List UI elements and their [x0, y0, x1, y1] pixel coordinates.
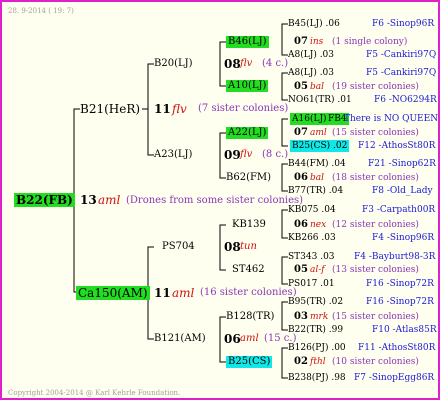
gen3-note: (19 sister colonies)	[332, 82, 419, 92]
gen2-ps704-name[interactable]: PS704	[162, 241, 195, 253]
gen4-breeding-line: F4 -Bayburt98-3R	[354, 252, 436, 262]
gen4-breeding-line: F7 -SinopEgg86R	[354, 373, 435, 383]
sire-race: flv	[172, 102, 187, 116]
gen2-b20-year: 08	[224, 57, 241, 71]
gen3-note: (18 sister colonies)	[332, 173, 419, 183]
gen2-ps704-year: 08	[224, 240, 241, 254]
gen4-breeding-line: F11 -AthosSt80R	[358, 343, 436, 353]
gen4-queen[interactable]: KB266 .03	[288, 232, 336, 244]
gen3-race: bal	[310, 82, 325, 92]
gen4-breeding-line: F6 -NO6294R	[374, 95, 437, 105]
gen3-year: 05	[294, 264, 308, 275]
sire-note: (7 sister colonies)	[198, 103, 289, 114]
gen3-year: 07	[294, 127, 308, 138]
gen4-queen[interactable]: PS017 .01	[288, 278, 335, 290]
gen3-queen[interactable]: KB139	[232, 219, 266, 231]
gen4-breeding-line: F5 -Cankiri97Q	[366, 50, 437, 60]
gen2-b121-race: aml	[240, 333, 259, 344]
gen4-breeding-line: F8 -Old_Lady	[372, 186, 433, 196]
gen4-breeding-line: F6 -Sinop96R	[372, 19, 435, 29]
gen3-queen[interactable]: ST462	[232, 264, 265, 276]
gen3-note: (10 sister colonies)	[332, 357, 419, 367]
gen3-queen[interactable]: A10(LJ)	[226, 80, 269, 92]
gen3-year: 03	[294, 311, 308, 322]
gen3-queen[interactable]: B62(FM)	[226, 172, 271, 184]
gen4-breeding-line: F3 -Carpath00R	[362, 205, 436, 215]
gen3-year: 06	[294, 172, 308, 183]
gen4-breeding-line: F4 -Sinop96R	[372, 233, 435, 243]
gen3-race: bal	[310, 173, 325, 183]
gen4-breeding-line: F10 -Atlas85R	[372, 325, 437, 335]
gen4-breeding-line: F5 -Cankiri97Q	[366, 68, 437, 78]
gen3-note: (15 sister colonies)	[332, 128, 419, 138]
sire-queen[interactable]: B21(HeR)	[80, 102, 140, 116]
gen2-a23-year: 09	[224, 148, 241, 162]
gen4-queen[interactable]: A8(LJ) .03	[288, 67, 334, 79]
gen4-queen[interactable]: A8(LJ) .03	[288, 49, 334, 61]
gen4-queen[interactable]: KB075 .04	[288, 204, 336, 216]
gen4-queen[interactable]: B126(PJ) .00	[288, 342, 346, 354]
gen4-queen[interactable]: B238(PJ) .98	[288, 372, 346, 384]
gen2-b121-name[interactable]: B121(AM)	[154, 333, 206, 345]
dam-note: (16 sister colonies)	[200, 287, 297, 298]
gen2-a23-name[interactable]: A23(LJ)	[154, 149, 192, 161]
gen4-queen[interactable]: B44(FM) .04	[288, 158, 346, 170]
gen2-a23-note: (8 c.)	[262, 149, 289, 160]
gen4-breeding-line: F12 -AthosSt80R	[358, 141, 436, 151]
sire-year: 11	[154, 102, 171, 116]
gen3-race: ins	[310, 37, 324, 47]
gen2-ps704-race: tun	[240, 241, 257, 252]
copyright-note: Copyright 2004-2014 @ Karl Kehrle Founda…	[8, 389, 181, 397]
gen2-a23-race: flv	[240, 149, 253, 160]
gen3-race: al-f	[310, 265, 325, 275]
gen4-queen[interactable]: B95(TR) .02	[288, 296, 343, 308]
date-stamp: 28. 9-2014 ( 19: 7)	[8, 7, 74, 15]
pedigree-frame: 28. 9-2014 ( 19: 7) Copyright 2004-2014 …	[0, 0, 440, 400]
gen2-b20-note: (4 c.)	[262, 58, 289, 69]
root-year: 13	[80, 193, 97, 207]
gen4-queen[interactable]: B25(CS) .02	[290, 140, 350, 152]
gen4-breeding-line: F16 -Sinop72R	[366, 279, 434, 289]
gen4-queen[interactable]: B77(TR) .04	[288, 185, 343, 197]
gen3-queen[interactable]: B46(LJ)	[226, 36, 269, 48]
root-note: (Drones from some sister colonies)	[126, 195, 304, 206]
gen4-breeding-line: There is NO QUEEN	[344, 114, 439, 124]
dam-race: aml	[172, 286, 195, 300]
dam-queen[interactable]: Ca150(AM)	[76, 286, 150, 300]
gen4-queen[interactable]: B45(LJ) .06	[288, 18, 340, 30]
gen3-year: 02	[294, 356, 308, 367]
gen3-year: 06	[294, 219, 308, 230]
gen3-note: (1 single colony)	[332, 37, 408, 47]
gen3-note: (12 sister colonies)	[332, 220, 419, 230]
gen4-breeding-line: F16 -Sinop72R	[366, 297, 434, 307]
root-race: aml	[98, 193, 121, 207]
gen4-queen[interactable]: ST343 .03	[288, 251, 335, 263]
gen4-queen[interactable]: NO61(TR) .01	[288, 94, 352, 106]
gen2-b20-race: flv	[240, 58, 253, 69]
gen3-queen[interactable]: B128(TR)	[226, 311, 274, 323]
gen3-note: (15 sister colonies)	[332, 312, 419, 322]
gen4-breeding-line: F21 -Sinop62R	[368, 159, 436, 169]
gen3-queen[interactable]: B25(CS)	[226, 356, 273, 368]
gen3-queen[interactable]: A22(LJ)	[226, 127, 269, 139]
gen4-queen[interactable]: A16(LJ)	[290, 113, 329, 125]
gen3-race: fthl	[310, 357, 326, 367]
gen2-b20-name[interactable]: B20(LJ)	[154, 58, 193, 70]
gen3-year: 07	[294, 36, 308, 47]
gen3-note: (13 sister colonies)	[332, 265, 419, 275]
root-queen[interactable]: B22(FB)	[14, 193, 75, 207]
gen2-b121-year: 06	[224, 332, 241, 346]
dam-year: 11	[154, 286, 171, 300]
gen4-queen[interactable]: B22(TR) .99	[288, 324, 343, 336]
gen3-race: mrk	[310, 312, 329, 322]
gen3-race: aml	[310, 128, 327, 138]
gen3-race: nex	[310, 220, 327, 230]
gen3-year: 05	[294, 81, 308, 92]
